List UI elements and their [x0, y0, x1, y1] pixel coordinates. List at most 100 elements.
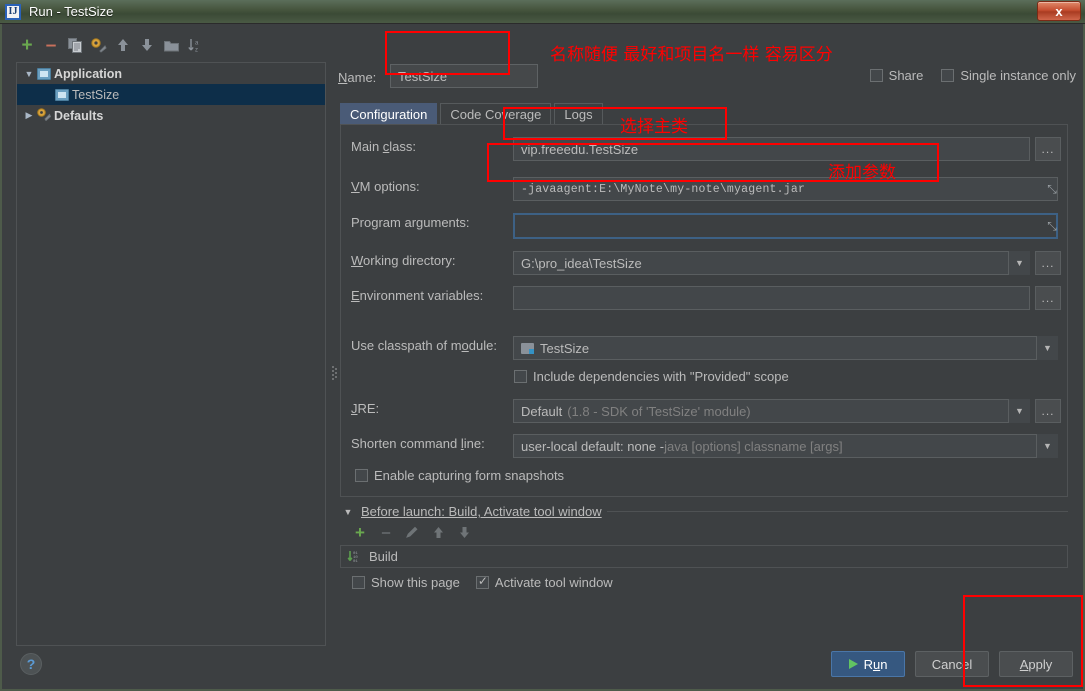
jre-value-detail: (1.8 - SDK of 'TestSize' module): [567, 403, 751, 419]
single-instance-checkbox[interactable]: Single instance only: [941, 68, 1076, 83]
before-launch-header: ▼ Before launch: Build, Activate tool wi…: [340, 504, 1068, 519]
share-checkbox[interactable]: Share: [869, 68, 924, 83]
cancel-button[interactable]: Cancel: [915, 651, 989, 677]
show-this-page-label: Show this page: [371, 574, 460, 590]
chevron-down-icon[interactable]: ▼: [21, 69, 37, 79]
play-icon: [848, 659, 858, 669]
gear-wrench-glyph: [91, 37, 107, 53]
chevron-down-icon[interactable]: ▼: [1036, 434, 1058, 458]
build-glyph: 01 10 01: [347, 551, 358, 563]
configurations-tree[interactable]: ▼ Application TestSize ▶ Defaults: [16, 62, 326, 646]
section-divider: [606, 511, 1068, 512]
single-instance-checkbox-box[interactable]: [941, 69, 955, 82]
environment-variables-input[interactable]: [513, 286, 1030, 310]
apply-button[interactable]: Apply: [999, 651, 1073, 677]
single-instance-checkbox-label: Single instance only: [960, 68, 1076, 83]
jre-value-wrap[interactable]: Default (1.8 - SDK of 'TestSize' module): [513, 399, 1008, 423]
shorten-cmdline-label-wrap: Shorten command line:: [351, 436, 485, 451]
working-directory-value: G:\pro_idea\TestSize: [521, 255, 642, 271]
tree-item-testsize[interactable]: TestSize: [17, 84, 325, 105]
vm-options-expand-icon[interactable]: ⤡: [1041, 177, 1063, 201]
jre-value: Default: [521, 403, 563, 419]
show-this-page-checkbox[interactable]: Show this page: [352, 575, 460, 590]
name-input-value: TestSize: [398, 68, 448, 84]
main-class-input[interactable]: vip.freeedu.TestSize: [513, 137, 1030, 161]
working-directory-browse-button[interactable]: ...: [1035, 251, 1061, 275]
classpath-module-value-wrap[interactable]: TestSize: [513, 336, 1036, 360]
vm-options-input[interactable]: -javaagent:E:\MyNote\my-note\myagent.jar: [513, 177, 1058, 201]
copy-glyph: [68, 37, 82, 53]
tree-item-application[interactable]: ▼ Application: [17, 63, 325, 84]
tab-logs[interactable]: Logs: [554, 103, 603, 125]
vm-options-label-wrap: VM options:: [351, 179, 420, 194]
add-icon[interactable]: +: [16, 34, 38, 56]
include-provided-checkbox-box[interactable]: [514, 370, 527, 383]
panel-splitter-handle[interactable]: [329, 349, 337, 385]
name-row-checkboxes: Share Single instance only: [869, 68, 1076, 83]
include-provided-label: Include dependencies with "Provided" sco…: [533, 369, 789, 384]
main-class-label-wrap: Main class:: [351, 139, 416, 154]
form-snapshots-checkbox-box[interactable]: [355, 469, 368, 482]
before-launch-title: Before launch: Build, Activate tool wind…: [361, 504, 602, 519]
activate-tool-window-checkbox-box[interactable]: [475, 574, 489, 589]
run-button[interactable]: Run: [831, 651, 905, 677]
working-directory-label: Working directory:: [351, 253, 456, 268]
tab-configuration[interactable]: Configuration: [340, 103, 438, 125]
configurations-sidebar: + – a z ▼ Application TestSize ▶ Default…: [8, 32, 328, 654]
jre-browse-button[interactable]: ...: [1035, 399, 1061, 423]
activate-tool-window-checkbox[interactable]: Activate tool window: [475, 574, 613, 590]
chevron-down-icon[interactable]: ▼: [1036, 336, 1058, 360]
main-class-browse-button[interactable]: ...: [1035, 137, 1061, 161]
jre-combo[interactable]: Default (1.8 - SDK of 'TestSize' module)…: [513, 399, 1030, 423]
tree-item-defaults[interactable]: ▶ Defaults: [17, 105, 325, 126]
chevron-down-icon[interactable]: ▼: [1008, 251, 1030, 275]
editor-tabs: Configuration Code Coverage Logs: [340, 102, 1080, 125]
dialog-footer-buttons: Run Cancel Apply: [831, 651, 1073, 677]
working-directory-combo[interactable]: G:\pro_idea\TestSize ▼: [513, 251, 1030, 275]
defaults-icon: [37, 108, 52, 123]
classpath-module-combo[interactable]: TestSize ▼: [513, 336, 1058, 360]
shorten-cmdline-combo[interactable]: user-local default: none - java [options…: [513, 434, 1058, 458]
program-arguments-input[interactable]: [513, 213, 1058, 239]
form-snapshots-checkbox[interactable]: Enable capturing form snapshots: [355, 468, 564, 483]
annotation-text-vm-options: 添加参数: [828, 163, 896, 183]
add-task-icon[interactable]: +: [350, 522, 370, 542]
sort-az-glyph: a z: [188, 38, 199, 53]
run-config-icon: [55, 88, 69, 101]
name-label: Name:: [338, 69, 377, 85]
tree-item-label: Application: [54, 66, 123, 81]
move-up-icon[interactable]: [112, 34, 134, 56]
sort-alphabetically-icon[interactable]: a z: [184, 34, 206, 56]
folder-icon[interactable]: [160, 34, 182, 56]
remove-icon[interactable]: –: [40, 34, 62, 56]
help-button[interactable]: ?: [20, 653, 42, 675]
share-checkbox-label: Share: [888, 68, 924, 83]
show-this-page-checkbox-box[interactable]: [352, 575, 365, 589]
before-launch-task-list[interactable]: 01 10 01 Build: [340, 545, 1068, 568]
tab-code-coverage[interactable]: Code Coverage: [440, 103, 552, 125]
move-down-icon[interactable]: [136, 34, 158, 56]
working-directory-input[interactable]: G:\pro_idea\TestSize: [513, 251, 1008, 275]
shorten-cmdline-value: user-local default: none -: [521, 438, 665, 454]
apply-button-label: Apply: [1019, 656, 1053, 672]
intellij-app-icon: IJ: [5, 3, 21, 20]
titlebar-left-group: IJ Run - TestSize: [0, 3, 113, 20]
remove-glyph: –: [45, 34, 57, 56]
main-class-label: Main class:: [351, 139, 417, 154]
copy-icon[interactable]: [64, 34, 86, 56]
chevron-down-icon[interactable]: ▼: [1008, 399, 1030, 423]
include-provided-checkbox[interactable]: Include dependencies with "Provided" sco…: [514, 369, 789, 384]
tree-item-label: Defaults: [54, 108, 104, 123]
program-arguments-expand-icon[interactable]: ⤡: [1041, 214, 1063, 238]
chevron-down-icon[interactable]: ▼: [340, 507, 356, 517]
classpath-module-label: Use classpath of module:: [351, 338, 497, 353]
form-snapshots-label: Enable capturing form snapshots: [374, 468, 565, 483]
before-launch-section: ▼ Before launch: Build, Activate tool wi…: [340, 504, 1068, 596]
edit-defaults-icon[interactable]: [88, 34, 110, 56]
name-input[interactable]: TestSize: [390, 64, 538, 88]
share-checkbox-box[interactable]: [869, 69, 883, 82]
environment-variables-browse-button[interactable]: ...: [1035, 286, 1061, 310]
shorten-cmdline-value-wrap[interactable]: user-local default: none - java [options…: [513, 434, 1036, 458]
close-icon[interactable]: x: [1037, 1, 1081, 21]
chevron-right-icon[interactable]: ▶: [21, 110, 37, 121]
